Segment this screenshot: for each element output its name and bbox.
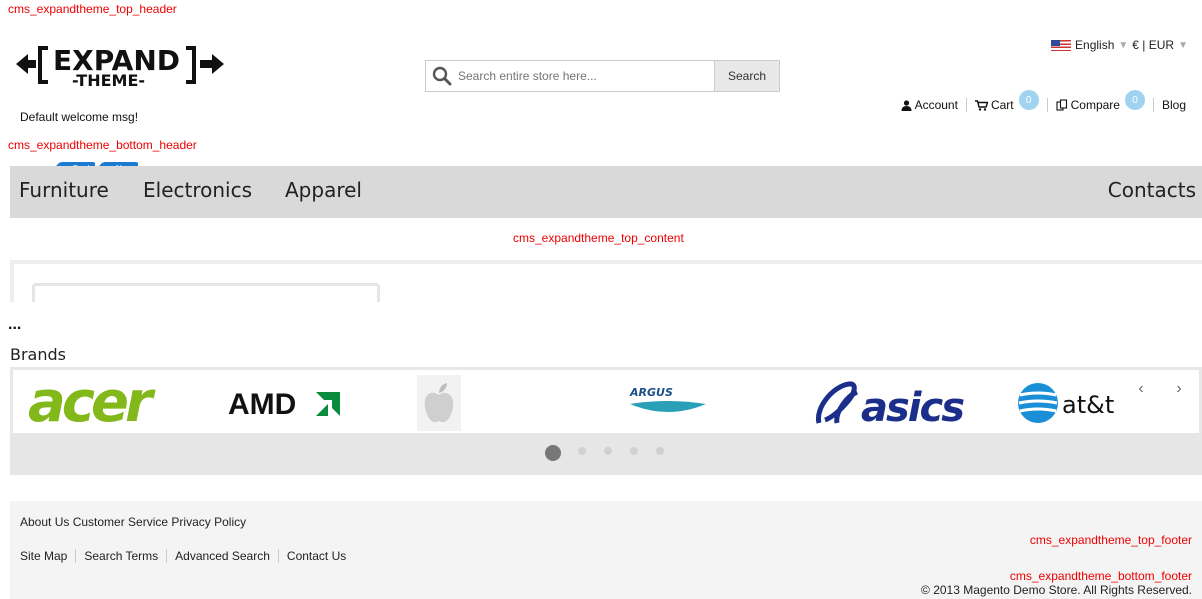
carousel-dot[interactable] — [630, 447, 638, 455]
account-label: Account — [914, 98, 958, 112]
brand-apple[interactable] — [417, 375, 461, 431]
search-input[interactable] — [458, 69, 698, 83]
carousel-dot[interactable] — [545, 445, 561, 461]
cart-count-badge: 0 — [1018, 90, 1039, 110]
carousel-dot[interactable] — [656, 447, 664, 455]
carousel-dot[interactable] — [604, 447, 612, 455]
acer-logo-icon: acer — [28, 370, 160, 435]
chevron-down-icon[interactable]: ▼ — [1118, 40, 1128, 51]
footer-link-search-terms[interactable]: Search Terms — [76, 549, 168, 563]
brand-att[interactable]: at&t — [1016, 380, 1136, 429]
svg-text:asics: asics — [861, 385, 964, 428]
nav-item-electronics[interactable]: Electronics — [143, 178, 252, 202]
brand-argus[interactable]: ARGUS — [628, 382, 708, 425]
top-links: Account Cart 0 Compare 0 Blog — [893, 90, 1194, 112]
brands-title: Brands — [10, 345, 66, 364]
compare-count-badge: 0 — [1124, 90, 1145, 110]
footer-link-privacy[interactable]: Privacy Policy — [171, 515, 246, 529]
svg-text:acer: acer — [28, 378, 156, 428]
content-box — [32, 283, 380, 302]
argus-logo-icon: ARGUS — [629, 386, 706, 412]
search-button[interactable]: Search — [715, 60, 780, 92]
nav-item-furniture[interactable]: Furniture — [19, 178, 109, 202]
cms-bottom-header-label: cms_expandtheme_bottom_header — [8, 138, 197, 152]
asics-logo-icon: asics — [815, 381, 966, 431]
apple-logo-icon — [424, 383, 454, 423]
nav-item-apparel[interactable]: Apparel — [285, 178, 362, 202]
search-field[interactable] — [425, 60, 715, 92]
footer-links-secondary: Site Map Search Terms Advanced Search Conta… — [20, 549, 354, 563]
brand-acer[interactable]: acer — [28, 370, 198, 435]
brand-amd[interactable]: AMD — [228, 387, 353, 424]
currency-switcher[interactable]: € | EUR — [1132, 38, 1174, 52]
truncation-ellipsis: ... — [8, 316, 22, 333]
cart-label: Cart — [990, 98, 1014, 112]
language-switcher[interactable]: English — [1075, 38, 1114, 52]
cms-top-header-label: cms_expandtheme_top_header — [8, 2, 177, 16]
footer-links-primary: About Us Customer Service Privacy Policy — [20, 515, 246, 529]
svg-text:at&t: at&t — [1062, 391, 1114, 419]
carousel-dot[interactable] — [578, 447, 586, 455]
copyright: © 2013 Magento Demo Store. All Rights Re… — [921, 583, 1192, 597]
footer-link-about[interactable]: About Us — [20, 515, 69, 529]
brand-asics[interactable]: asics — [815, 378, 975, 431]
user-icon — [901, 99, 912, 111]
blog-label: Blog — [1161, 98, 1186, 112]
blog-link[interactable]: Blog — [1154, 98, 1194, 112]
brand-carousel: acer AMD ARGUS asics at&t — [10, 367, 1202, 435]
store-switchers: English ▼ € | EUR ▼ — [1051, 38, 1188, 52]
cms-top-content-label: cms_expandtheme_top_content — [513, 231, 684, 245]
nav-item-contacts[interactable]: Contacts — [1108, 178, 1196, 202]
footer-link-customer-service[interactable]: Customer Service — [73, 515, 168, 529]
svg-text:AMD: AMD — [228, 388, 296, 421]
logo-line2: -THEME- — [72, 71, 145, 90]
cart-icon — [974, 99, 988, 111]
footer-link-contact-us[interactable]: Contact Us — [279, 549, 354, 563]
cms-bottom-footer-label: cms_expandtheme_bottom_footer — [1009, 569, 1192, 583]
cms-top-footer-label: cms_expandtheme_top_footer — [1029, 533, 1192, 547]
amd-logo-icon: AMD — [228, 388, 340, 421]
welcome-message: Default welcome msg! — [20, 110, 139, 124]
carousel-prev-arrow-icon[interactable]: ‹ — [1128, 374, 1154, 404]
cart-link[interactable]: Cart 0 — [967, 90, 1048, 112]
compare-label: Compare — [1070, 98, 1120, 112]
compare-icon — [1056, 99, 1067, 111]
carousel-next-arrow-icon[interactable]: › — [1166, 374, 1192, 404]
footer-link-advanced-search[interactable]: Advanced Search — [167, 549, 279, 563]
svg-text:ARGUS: ARGUS — [629, 386, 673, 399]
att-logo-icon: at&t — [1018, 383, 1114, 423]
main-navigation: Furniture Electronics Apparel Contacts — [10, 166, 1202, 218]
search-form: Search — [425, 60, 780, 92]
account-link[interactable]: Account — [893, 98, 967, 112]
expand-theme-logo-icon: EXPAND -THEME- — [16, 44, 224, 90]
us-flag-icon — [1051, 39, 1072, 51]
footer-link-site-map[interactable]: Site Map — [20, 549, 77, 563]
store-logo[interactable]: EXPAND -THEME- — [14, 34, 234, 98]
search-icon — [432, 66, 452, 86]
compare-link[interactable]: Compare 0 — [1048, 90, 1154, 112]
chevron-down-icon[interactable]: ▼ — [1178, 40, 1188, 51]
